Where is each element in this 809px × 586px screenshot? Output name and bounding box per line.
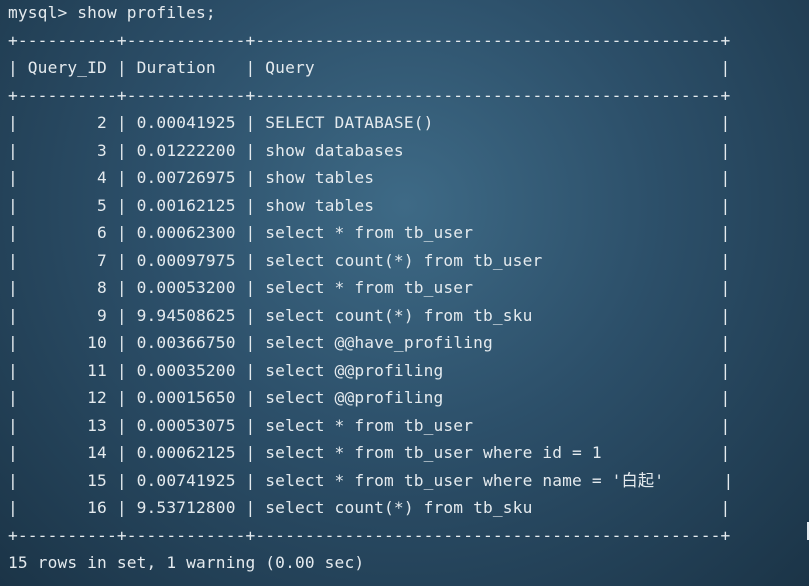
result-summary: 15 rows in set, 1 warning (0.00 sec)	[8, 553, 365, 572]
table-border-header: +----------+------------+---------------…	[8, 86, 731, 105]
table-row: | 3 | 0.01222200 | show databases |	[8, 141, 731, 160]
command-prompt-line: mysql> show profiles;	[8, 3, 216, 22]
table-row: | 16 | 9.53712800 | select count(*) from…	[8, 498, 731, 517]
table-row: | 7 | 0.00097975 | select count(*) from …	[8, 251, 731, 270]
table-border-bottom: +----------+------------+---------------…	[8, 526, 731, 545]
table-row: | 11 | 0.00035200 | select @@profiling |	[8, 361, 731, 380]
table-row: | 10 | 0.00366750 | select @@have_profil…	[8, 333, 731, 352]
table-row: | 13 | 0.00053075 | select * from tb_use…	[8, 416, 731, 435]
table-header-row: | Query_ID | Duration | Query |	[8, 58, 731, 77]
terminal-window[interactable]: mysql> show profiles; +----------+------…	[0, 0, 809, 586]
table-row: | 6 | 0.00062300 | select * from tb_user…	[8, 223, 731, 242]
table-row: | 2 | 0.00041925 | SELECT DATABASE() |	[8, 113, 731, 132]
table-row: | 14 | 0.00062125 | select * from tb_use…	[8, 443, 731, 462]
table-border-top: +----------+------------+---------------…	[8, 31, 731, 50]
table-row: | 12 | 0.00015650 | select @@profiling |	[8, 388, 731, 407]
table-row: | 4 | 0.00726975 | show tables |	[8, 168, 731, 187]
table-row: | 8 | 0.00053200 | select * from tb_user…	[8, 278, 731, 297]
table-row: | 5 | 0.00162125 | show tables |	[8, 196, 731, 215]
table-row: | 9 | 9.94508625 | select count(*) from …	[8, 306, 731, 325]
table-row: | 15 | 0.00741925 | select * from tb_use…	[8, 471, 734, 490]
